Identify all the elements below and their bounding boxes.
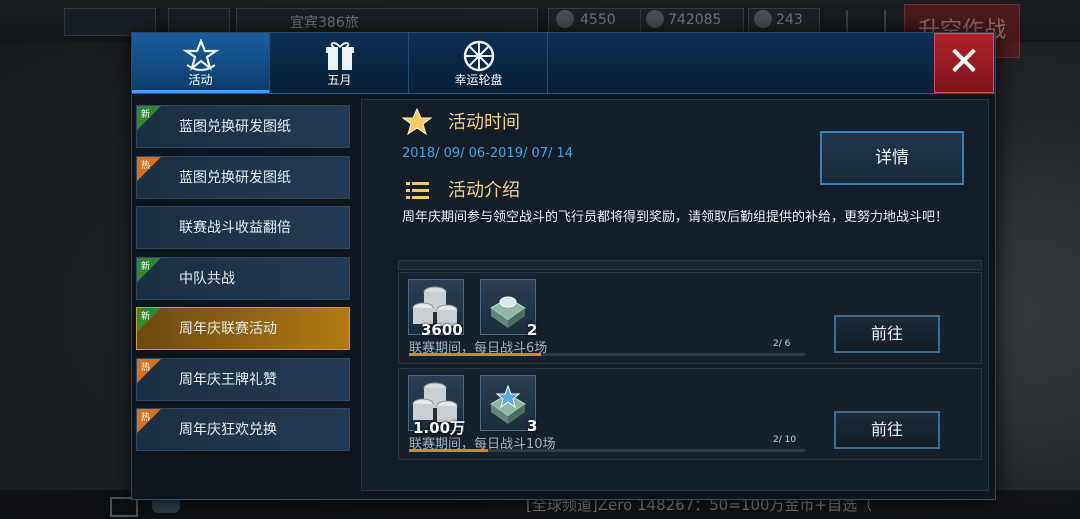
task-row: 3600 2 联赛期间，每日战斗6场 2/ 6 前往 [398,272,982,364]
gift-box-icon [325,41,354,70]
tag-text: 新 [141,110,151,120]
star-medal-icon [181,39,220,71]
star-icon [402,108,432,136]
list-icon [406,182,429,199]
go-button[interactable]: 前往 [834,411,940,449]
tab-lucky-wheel[interactable]: 幸运轮盘 [410,33,548,93]
menu-item-label: 周年庆狂欢兑换 [179,422,277,438]
menu-item-label: 联赛战斗收益翻倍 [179,220,291,236]
roulette-wheel-icon [463,40,494,72]
event-intro-text: 周年庆期间参与领空战斗的飞行员都将得到奖励，请领取后勤组提供的补给，更努力地战斗… [402,210,949,225]
menu-item-label: 蓝图兑换研发图纸 [179,169,291,186]
task-progress-fill [409,449,489,452]
tag-text: 新 [141,261,151,272]
task-progress-fill [409,353,541,356]
tag-text: 热 [141,362,151,373]
tag-text: 新 [141,312,151,322]
star-icon [556,10,574,28]
tag-text: 热 [141,160,151,171]
mail-icon[interactable] [110,497,138,517]
menu-item-anniversary-ace[interactable]: 热 周年庆王牌礼赞 [136,357,350,401]
event-time-title: 活动时间 [448,112,520,133]
event-dialog: 活动 五月 幸运轮盘 ✕ 新 蓝图兑换研发图纸 热 蓝图兑换研发图纸 联赛战斗收… [131,32,996,500]
section-divider [398,260,982,270]
task-progress-text: 2/ 10 [773,435,797,445]
silver-count: 742085 [668,12,722,28]
tab-events[interactable]: 活动 [132,33,270,93]
tab-label: 幸运轮盘 [454,73,503,87]
shop-cart-icon[interactable] [846,10,886,34]
silver-coin-icon [646,10,664,28]
event-intro-title: 活动介绍 [448,180,520,201]
event-menu: 新 蓝图兑换研发图纸 热 蓝图兑换研发图纸 联赛战斗收益翻倍 新 中队共战 新 … [136,105,352,459]
gold-count: 243 [776,12,803,28]
tab-may[interactable]: 五月 [271,33,409,93]
tag-text: 热 [141,413,151,423]
menu-item-anniversary-exchange[interactable]: 热 周年庆狂欢兑换 [136,408,350,451]
go-button[interactable]: 前往 [834,315,940,353]
details-button[interactable]: 详情 [820,131,964,185]
menu-item-league-double[interactable]: 联赛战斗收益翻倍 [136,206,350,249]
menu-item-squad-battle[interactable]: 新 中队共战 [136,256,350,300]
task-progress-bar [409,449,805,452]
menu-item-anniversary-league[interactable]: 新 周年庆联赛活动 [136,307,350,350]
menu-item-blueprint-exchange-hot[interactable]: 热 蓝图兑换研发图纸 [136,155,350,199]
star-count: 4550 [580,12,616,28]
tab-bar: 活动 五月 幸运轮盘 ✕ [132,33,995,94]
menu-item-blueprint-exchange[interactable]: 新 蓝图兑换研发图纸 [136,105,350,148]
menu-item-label: 周年庆王牌礼赞 [179,371,277,388]
task-progress-text: 2/ 6 [773,339,791,349]
menu-item-label: 中队共战 [179,270,235,287]
task-row: 1.00万 3 联赛期间，每日战斗10场 2/ 10 前往 [398,368,982,460]
event-time-range: 2018/ 09/ 06-2019/ 07/ 14 [402,146,574,161]
task-progress-bar [409,353,805,356]
tab-label: 活动 [188,73,213,87]
tab-label: 五月 [327,73,352,87]
gold-coin-icon [754,10,772,28]
menu-item-label: 蓝图兑换研发图纸 [179,119,291,135]
close-button[interactable]: ✕ [934,33,994,93]
event-detail-panel: 活动时间 2018/ 09/ 06-2019/ 07/ 14 详情 活动介绍 周… [361,99,989,491]
clan-name: 宜宾386旅 [290,15,359,31]
menu-item-label: 周年庆联赛活动 [179,321,277,337]
